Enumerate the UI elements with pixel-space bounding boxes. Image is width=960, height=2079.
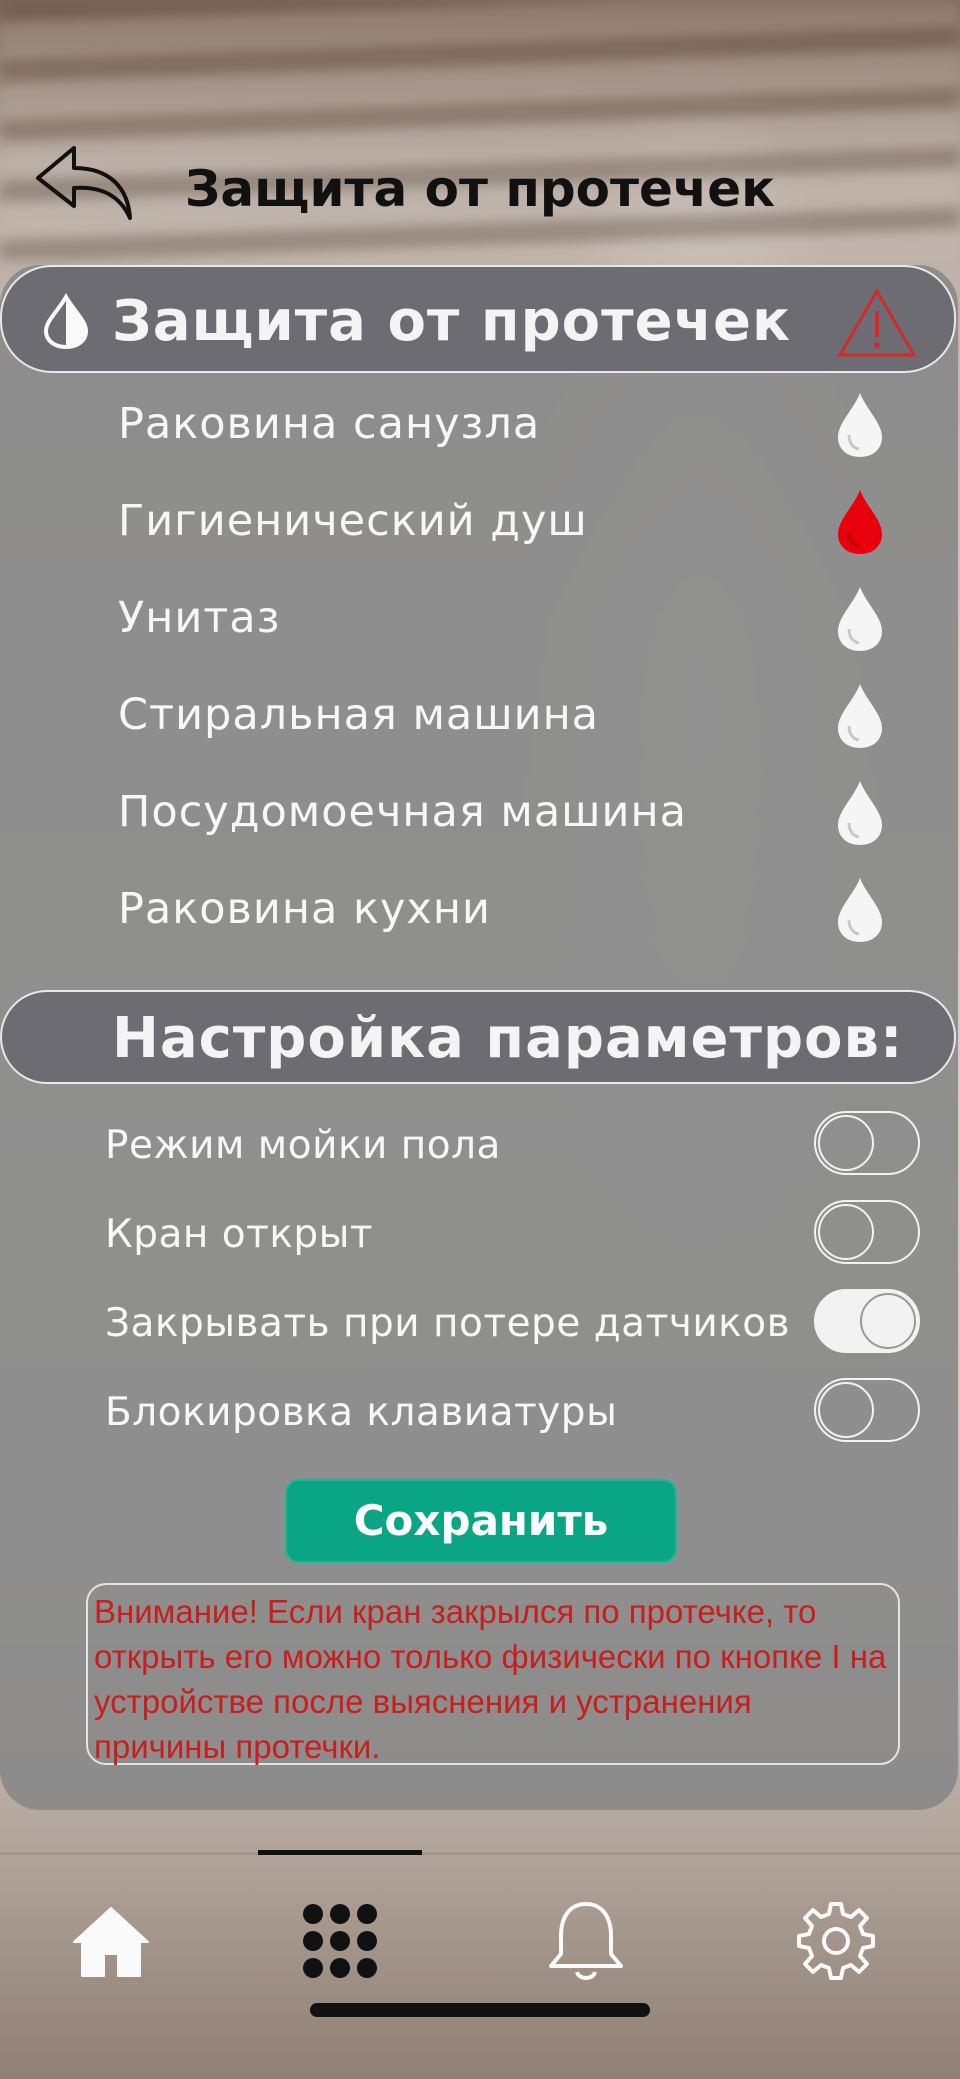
- water-drop-icon: [838, 393, 882, 457]
- home-indicator: [310, 2003, 650, 2017]
- leak-sensor-row: Посудомоечная машина: [0, 765, 958, 862]
- save-button[interactable]: Сохранить: [285, 1479, 677, 1563]
- back-button[interactable]: [32, 138, 142, 228]
- leak-sensor-list: Раковина санузла Гигиенический душ Унитаз С…: [0, 377, 958, 959]
- water-drop-icon: [838, 684, 882, 748]
- leak-sensor-row: Раковина санузла: [0, 377, 958, 474]
- setting-row: Блокировка клавиатуры: [0, 1372, 958, 1461]
- tab-notifications[interactable]: [541, 1896, 631, 1986]
- leak-section-title: Защита от протечек: [112, 289, 792, 354]
- settings-list: Режим мойки пола Кран открыт Закрывать при…: [0, 1105, 958, 1461]
- water-drop-icon: [838, 878, 882, 942]
- tab-home[interactable]: [66, 1896, 156, 1986]
- leak-sensor-label: Раковина санузла: [118, 399, 541, 449]
- toggle-knob: [860, 1293, 916, 1349]
- active-tab-indicator: [258, 1850, 422, 1855]
- water-drop-leak-icon: [838, 490, 882, 554]
- leak-sensor-row: Унитаз: [0, 571, 958, 668]
- leak-sensor-label: Раковина кухни: [118, 884, 491, 934]
- toggle-knob: [818, 1382, 874, 1438]
- leak-sensor-row: Стиральная машина: [0, 668, 958, 765]
- leak-sensor-label: Посудомоечная машина: [118, 787, 687, 837]
- warning-triangle-icon[interactable]: [836, 287, 918, 359]
- tab-bar: [0, 1850, 960, 2079]
- setting-label: Режим мойки пола: [105, 1123, 501, 1168]
- water-drop-icon: [838, 781, 882, 845]
- page-title: Защита от протечек: [184, 160, 776, 218]
- leak-section-header: Защита от протечек: [0, 265, 956, 373]
- setting-toggle[interactable]: [814, 1289, 920, 1353]
- header: Защита от протечек: [0, 120, 960, 260]
- home-icon: [73, 1907, 149, 1977]
- water-drop-icon: [838, 587, 882, 651]
- setting-label: Кран открыт: [105, 1212, 374, 1257]
- setting-toggle[interactable]: [814, 1111, 920, 1175]
- gear-icon: [797, 1902, 875, 1980]
- bell-icon: [549, 1902, 623, 1980]
- leak-sensor-label: Стиральная машина: [118, 690, 600, 740]
- warning-message: Внимание! Если кран закрылся по протечке…: [86, 1583, 900, 1765]
- settings-section-title: Настройка параметров:: [112, 1006, 904, 1071]
- toggle-knob: [818, 1204, 874, 1260]
- setting-label: Закрывать при потере датчиков: [105, 1301, 791, 1346]
- setting-toggle[interactable]: [814, 1378, 920, 1442]
- tab-settings[interactable]: [791, 1896, 881, 1986]
- setting-label: Блокировка клавиатуры: [105, 1390, 618, 1435]
- leak-protection-panel: Защита от протечек Раковина санузла Гигие…: [0, 265, 958, 1810]
- setting-row: Кран открыт: [0, 1194, 958, 1283]
- toggle-knob: [818, 1115, 874, 1171]
- leak-sensor-row: Раковина кухни: [0, 862, 958, 959]
- leak-sensor-row: Гигиенический душ: [0, 474, 958, 571]
- leak-sensor-label: Унитаз: [118, 593, 281, 643]
- setting-toggle[interactable]: [814, 1200, 920, 1264]
- tab-devices[interactable]: [295, 1896, 385, 1986]
- setting-row: Режим мойки пола: [0, 1105, 958, 1194]
- leak-sensor-label: Гигиенический душ: [118, 496, 588, 546]
- water-half-drop-icon: [43, 293, 89, 349]
- grid-icon: [303, 1904, 377, 1978]
- setting-row: Закрывать при потере датчиков: [0, 1283, 958, 1372]
- back-arrow-icon: [36, 146, 132, 220]
- tab-bar-divider: [0, 1852, 960, 1855]
- settings-section-header: Настройка параметров:: [0, 990, 956, 1084]
